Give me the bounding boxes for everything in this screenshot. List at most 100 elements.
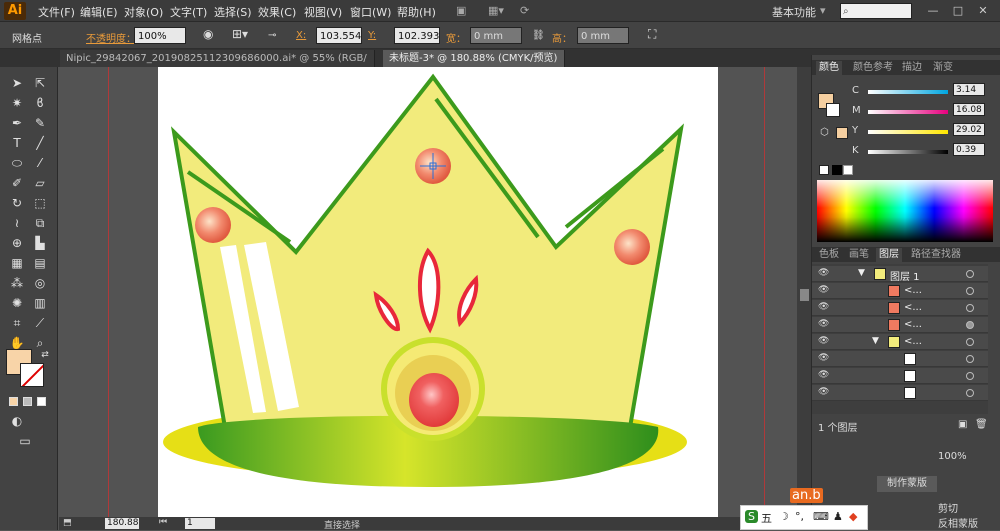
layer-row[interactable]: 👁 bbox=[812, 368, 988, 384]
page-input[interactable]: 1 bbox=[185, 518, 215, 529]
tab-document-1[interactable]: Nipic_29842067_20190825112309686000.ai* … bbox=[60, 50, 375, 81]
black-slider[interactable] bbox=[868, 150, 948, 154]
pencil-icon[interactable]: ✐ bbox=[8, 175, 26, 191]
tab-gradient[interactable]: 渐变 bbox=[930, 61, 956, 75]
graph-icon[interactable]: ▥ bbox=[31, 295, 49, 311]
layer-row[interactable]: 👁 bbox=[812, 385, 988, 401]
layer-row[interactable]: 👁 bbox=[812, 351, 988, 367]
vertical-scrollbar[interactable] bbox=[797, 67, 811, 517]
new-layer-icon[interactable]: ▣ bbox=[958, 419, 967, 430]
visibility-eye-icon[interactable]: 👁 bbox=[818, 354, 830, 363]
white-swatch[interactable] bbox=[843, 165, 853, 175]
visibility-eye-icon[interactable]: 👁 bbox=[818, 337, 830, 346]
delete-layer-icon[interactable]: 🗑 bbox=[975, 419, 988, 430]
gradient-icon[interactable]: ▤ bbox=[31, 255, 49, 271]
layer-row[interactable]: 👁 <... bbox=[812, 317, 988, 333]
visibility-eye-icon[interactable]: 👁 bbox=[818, 303, 830, 312]
line-tool-icon[interactable]: ╱ bbox=[31, 135, 49, 151]
magic-wand-icon[interactable]: ✷ bbox=[8, 95, 26, 111]
clip-checkbox[interactable]: 剪切 bbox=[938, 500, 958, 515]
search-input[interactable]: ⌕ bbox=[840, 3, 912, 19]
yellow-input[interactable]: 29.02 bbox=[953, 123, 985, 136]
cyan-input[interactable]: 3.14 bbox=[953, 83, 985, 96]
sync-icon[interactable]: ⟳ bbox=[520, 4, 529, 17]
scroll-thumb[interactable] bbox=[800, 289, 809, 301]
anchor-convert-icon[interactable]: ⊸ bbox=[268, 30, 276, 41]
curvature-icon[interactable]: ✎ bbox=[31, 115, 49, 131]
stroke-color-swatch[interactable] bbox=[826, 103, 840, 117]
target-icon[interactable] bbox=[966, 304, 974, 312]
pen-tool-icon[interactable]: ✒ bbox=[8, 115, 26, 131]
scale-icon[interactable]: ⬚ bbox=[31, 195, 49, 211]
direct-selection-tool-icon[interactable]: ⇱ bbox=[31, 75, 49, 91]
first-page-icon[interactable]: ⏮ bbox=[159, 517, 167, 527]
artboard[interactable] bbox=[158, 67, 718, 517]
make-mask-button[interactable]: 制作蒙版 bbox=[877, 476, 937, 492]
slice-icon[interactable]: ⟋ bbox=[31, 315, 49, 331]
punct-icon[interactable]: °, bbox=[795, 510, 804, 523]
menu-object[interactable]: 对象(O) bbox=[124, 4, 163, 20]
rotate-icon[interactable]: ↻ bbox=[8, 195, 26, 211]
menu-edit[interactable]: 编辑(E) bbox=[80, 4, 118, 20]
target-icon[interactable] bbox=[966, 372, 974, 380]
tab-color-guide[interactable]: 颜色参考 bbox=[850, 61, 896, 75]
moon-icon[interactable]: ☽ bbox=[779, 510, 789, 523]
eraser-icon[interactable]: ▱ bbox=[31, 175, 49, 191]
recolor-icon[interactable]: ◉ bbox=[203, 27, 213, 41]
menu-view[interactable]: 视图(V) bbox=[304, 4, 342, 20]
tab-brushes[interactable]: 画笔 bbox=[846, 248, 872, 262]
nav-icon[interactable]: ⬒ bbox=[63, 518, 72, 528]
target-icon[interactable] bbox=[966, 321, 974, 329]
tab-swatches[interactable]: 色板 bbox=[816, 248, 842, 262]
black-input[interactable]: 0.39 bbox=[953, 143, 985, 156]
mesh-icon[interactable]: ▦ bbox=[8, 255, 26, 271]
tab-color[interactable]: 颜色 bbox=[816, 61, 842, 75]
eyedropper-icon[interactable]: ⁂ bbox=[8, 275, 26, 291]
height-input[interactable]: 0 mm bbox=[577, 27, 629, 44]
stroke-swatch[interactable] bbox=[20, 363, 44, 387]
x-input[interactable]: 103.554 bbox=[316, 27, 362, 44]
expand-arrow-icon[interactable]: ▼ bbox=[872, 336, 879, 346]
close-icon[interactable]: ✕ bbox=[972, 3, 994, 19]
target-icon[interactable] bbox=[966, 338, 974, 346]
draw-mode-icon[interactable]: ◐ bbox=[8, 413, 26, 429]
menu-help[interactable]: 帮助(H) bbox=[397, 4, 436, 20]
layer-row[interactable]: 👁 ▼ <... bbox=[812, 334, 988, 350]
type-tool-icon[interactable]: T bbox=[8, 135, 26, 151]
arrange-icon[interactable]: ▦▾ bbox=[488, 4, 504, 17]
none-swatch[interactable] bbox=[819, 165, 829, 175]
layer-row[interactable]: 👁 <... bbox=[812, 300, 988, 316]
symbol-sprayer-icon[interactable]: ✺ bbox=[8, 295, 26, 311]
magenta-input[interactable]: 16.08 bbox=[953, 103, 985, 116]
zoom-input[interactable]: 180.88 bbox=[105, 518, 139, 529]
canvas-area[interactable] bbox=[59, 67, 797, 517]
menu-window[interactable]: 窗口(W) bbox=[350, 4, 391, 20]
y-input[interactable]: 102.393 bbox=[394, 27, 440, 44]
menu-select[interactable]: 选择(S) bbox=[214, 4, 252, 20]
lasso-icon[interactable]: ϐ bbox=[31, 95, 49, 111]
warp-icon[interactable]: ≀ bbox=[8, 215, 26, 231]
tab-stroke[interactable]: 描边 bbox=[899, 61, 925, 75]
screen-mode-icon[interactable]: ▭ bbox=[16, 433, 34, 449]
layer-row[interactable]: 👁 ▼ 图层 1 bbox=[812, 266, 988, 283]
expand-arrow-icon[interactable]: ▼ bbox=[858, 268, 865, 278]
ellipse-tool-icon[interactable]: ⬭ bbox=[8, 155, 26, 171]
link-icon[interactable]: ⛓ bbox=[532, 30, 545, 41]
tab-document-2[interactable]: 未标题-3* @ 180.88% (CMYK/预览) bbox=[383, 50, 565, 67]
visibility-eye-icon[interactable]: 👁 bbox=[818, 286, 830, 295]
opacity-input[interactable]: 100% bbox=[134, 27, 186, 44]
target-icon[interactable] bbox=[966, 389, 974, 397]
free-transform-icon[interactable]: ⧉ bbox=[31, 215, 49, 231]
skin-icon[interactable]: ◆ bbox=[849, 510, 857, 523]
menu-type[interactable]: 文字(T) bbox=[170, 4, 207, 20]
keyboard-icon[interactable]: ⌨ bbox=[813, 510, 829, 523]
crown-artwork[interactable] bbox=[158, 67, 718, 517]
paintbrush-icon[interactable]: ⁄ bbox=[31, 155, 49, 171]
maximize-icon[interactable]: □ bbox=[947, 3, 969, 19]
none-mode-icon[interactable] bbox=[37, 397, 46, 406]
swap-icon[interactable]: ⇄ bbox=[36, 347, 54, 363]
visibility-eye-icon[interactable]: 👁 bbox=[818, 320, 830, 329]
selection-tool-icon[interactable]: ➤ bbox=[8, 75, 26, 91]
magenta-slider[interactable] bbox=[868, 110, 948, 114]
opacity-label[interactable]: 不透明度： bbox=[86, 30, 136, 45]
